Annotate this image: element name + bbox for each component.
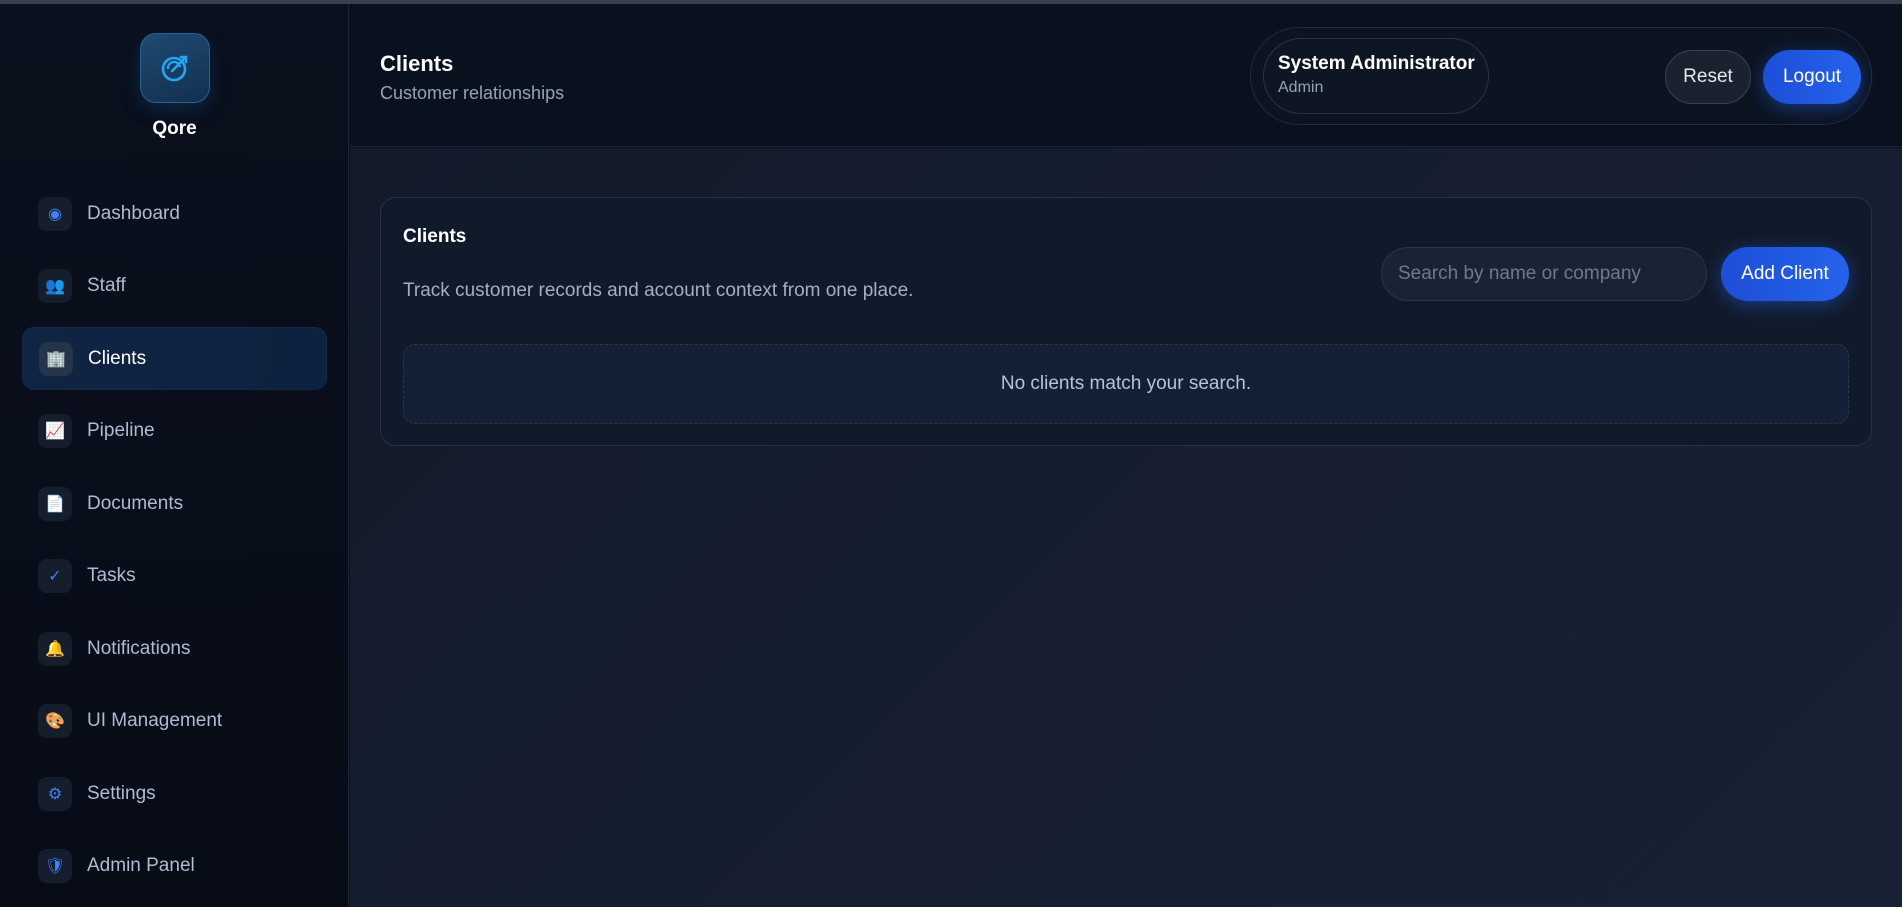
sidebar-item-tasks[interactable]: ✓ Tasks	[22, 545, 327, 608]
search-input[interactable]	[1381, 247, 1707, 301]
sidebar-item-admin-panel[interactable]: 🛡 Admin Panel	[22, 835, 327, 898]
sidebar-item-ui-management[interactable]: 🎨 UI Management	[22, 690, 327, 753]
sidebar-item-label: Staff	[87, 275, 126, 296]
sidebar-item-documents[interactable]: 📄 Documents	[22, 472, 327, 535]
main-content: Clients Track customer records and accou…	[350, 148, 1902, 907]
top-header: Clients Customer relationships System Ad…	[350, 4, 1902, 147]
shield-icon: 🛡	[38, 849, 72, 883]
sidebar-item-label: Pipeline	[87, 420, 155, 441]
user-controls: System Administrator Admin Reset Logout	[1250, 27, 1872, 125]
page-subtitle: Customer relationships	[380, 83, 565, 103]
sidebar-item-label: Documents	[87, 492, 184, 514]
card-description: Track customer records and account conte…	[403, 280, 914, 301]
logout-button[interactable]: Logout	[1763, 50, 1861, 104]
logo-icon	[161, 55, 188, 82]
palette-icon: 🎨	[38, 704, 72, 738]
sidebar: Qore ◉ Dashboard 👥 Staff 🏢 Clients 📈 Pip…	[0, 4, 349, 907]
sidebar-item-notifications[interactable]: 🔔 Notifications	[22, 617, 327, 680]
app-logo[interactable]	[140, 33, 210, 103]
sidebar-item-clients[interactable]: 🏢 Clients	[22, 327, 327, 390]
sidebar-item-label: Admin Panel	[87, 855, 195, 876]
people-icon: 👥	[38, 269, 72, 303]
gear-icon: ⚙	[38, 776, 72, 811]
sidebar-item-settings[interactable]: ⚙ Settings	[22, 762, 327, 825]
user-profile-pill[interactable]: System Administrator Admin	[1263, 38, 1489, 114]
page-title: Clients	[380, 51, 454, 76]
sidebar-item-label: Settings	[87, 782, 156, 804]
sidebar-nav: ◉ Dashboard 👥 Staff 🏢 Clients 📈 Pipeline…	[22, 182, 327, 907]
add-client-button[interactable]: Add Client	[1721, 247, 1849, 301]
bell-icon: 🔔	[38, 631, 72, 666]
user-role: Admin	[1278, 79, 1324, 96]
sidebar-item-label: Tasks	[87, 565, 136, 586]
brand-name: Qore	[152, 118, 197, 139]
sidebar-item-label: Clients	[88, 347, 147, 369]
reset-button[interactable]: Reset	[1665, 50, 1751, 104]
sidebar-item-staff[interactable]: 👥 Staff	[22, 255, 327, 318]
sidebar-item-label: Dashboard	[87, 202, 180, 224]
empty-state-message: No clients match your search.	[403, 344, 1849, 424]
sidebar-item-label: Notifications	[87, 637, 191, 659]
sidebar-item-label: UI Management	[87, 710, 223, 731]
sidebar-item-dashboard[interactable]: ◉ Dashboard	[22, 182, 327, 245]
sidebar-item-pipeline[interactable]: 📈 Pipeline	[22, 400, 327, 463]
building-icon: 🏢	[39, 341, 73, 376]
chart-icon: 📈	[38, 414, 72, 448]
user-name: System Administrator	[1278, 53, 1475, 74]
checkmark-icon: ✓	[38, 559, 72, 593]
card-title: Clients	[403, 226, 467, 247]
clients-card: Clients Track customer records and accou…	[380, 197, 1872, 446]
dashboard-icon: ◉	[38, 196, 72, 231]
document-icon: 📄	[38, 486, 72, 521]
